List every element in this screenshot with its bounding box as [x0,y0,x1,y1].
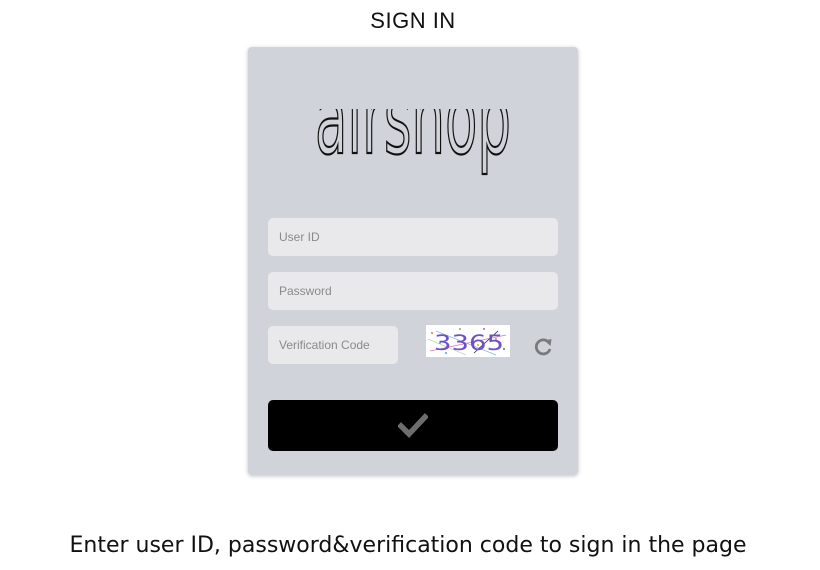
user-id-input[interactable] [268,218,558,256]
sign-in-page: SIGN IN airshop 3365 [0,0,820,570]
refresh-icon[interactable] [532,336,554,358]
logo-text: airshop [315,109,511,177]
captcha-text: 3365 [434,331,504,355]
verification-code-input[interactable] [268,326,398,364]
captcha-image[interactable]: 3365 [426,325,510,357]
airshop-logo: airshop [314,109,512,178]
instruction-caption: Enter user ID, password&verification cod… [69,533,747,558]
checkmark-icon [398,412,428,438]
sign-in-button[interactable] [268,400,558,451]
page-title: SIGN IN [370,8,456,33]
login-card: airshop 3365 [248,47,578,475]
password-input[interactable] [268,272,558,310]
